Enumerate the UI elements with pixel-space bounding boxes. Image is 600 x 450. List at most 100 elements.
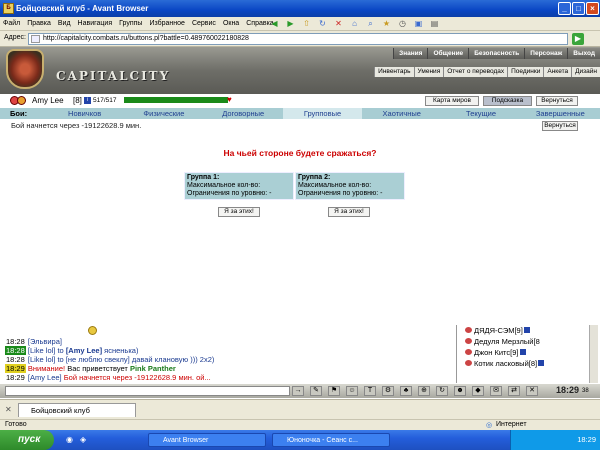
- up-folder-icon[interactable]: ⇧: [300, 18, 313, 29]
- tab-finished[interactable]: Завершенные: [521, 109, 600, 118]
- join-group-1-button[interactable]: Я за этих!: [218, 207, 260, 217]
- chat-sender[interactable]: [Amy Lee]: [28, 373, 62, 382]
- user-row[interactable]: Котик ласковый[8]: [465, 359, 545, 368]
- nav-fights[interactable]: Поединки: [507, 67, 544, 77]
- user-name[interactable]: Джон Китс: [474, 348, 510, 357]
- friends-icon[interactable]: ♣: [400, 386, 412, 396]
- nav-security[interactable]: Безопасность: [468, 48, 525, 59]
- menu-windows[interactable]: Окна: [223, 20, 239, 27]
- nav-knowledge[interactable]: Знания: [393, 48, 428, 59]
- chat-sender[interactable]: [Like lol] to: [28, 355, 66, 364]
- refresh-icon[interactable]: ↻: [316, 18, 329, 29]
- tab-newbies[interactable]: Новичков: [45, 109, 124, 118]
- chat-input[interactable]: [5, 386, 290, 396]
- lock-icon[interactable]: ⊕: [418, 386, 430, 396]
- menu-navigation[interactable]: Навигация: [78, 20, 113, 27]
- join-group-2-button[interactable]: Я за этих!: [328, 207, 370, 217]
- gift-icon[interactable]: ◆: [472, 386, 484, 396]
- tab-group[interactable]: Групповые: [282, 108, 363, 119]
- tab-physical[interactable]: Физические: [124, 109, 203, 118]
- nav-character[interactable]: Персонаж: [524, 48, 568, 59]
- menu-file[interactable]: Файл: [3, 20, 20, 27]
- group-2-panel: Группа 2: Максимальное кол-во: Ограничен…: [295, 172, 405, 200]
- chat-sender[interactable]: [Like lol] to: [28, 346, 66, 355]
- player-name[interactable]: Amy Lee: [32, 96, 64, 105]
- toolbar: ◀ ▶ ⇧ ↻ ✕ ⌂ ⌕ ★ ◷ ▣ ▤: [268, 18, 444, 29]
- menu-tools[interactable]: Сервис: [192, 20, 216, 27]
- chat-message: [не люблю свеклу] давай клановую ))) 2х2…: [65, 355, 215, 364]
- filter-icon[interactable]: ⚑: [328, 386, 340, 396]
- task-browser[interactable]: Avant Browser: [148, 433, 266, 447]
- info-icon[interactable]: [538, 360, 545, 366]
- users-icon[interactable]: ☻: [454, 386, 466, 396]
- info-icon[interactable]: [519, 349, 526, 355]
- nav-profile[interactable]: Анкета: [543, 67, 572, 77]
- chat-bot-name[interactable]: Pink Panther: [130, 364, 176, 373]
- exit-icon[interactable]: ✕: [526, 386, 538, 396]
- menu-groups[interactable]: Группы: [119, 20, 142, 27]
- close-button[interactable]: ×: [586, 2, 599, 15]
- trade-icon[interactable]: ⇄: [508, 386, 520, 396]
- settings-icon[interactable]: ⚙: [382, 386, 394, 396]
- user-row[interactable]: Джон Китс[9]: [465, 348, 526, 357]
- tray-clock: 18:29: [577, 435, 596, 444]
- info-icon[interactable]: i: [84, 97, 91, 104]
- mail-icon[interactable]: ✉: [490, 386, 502, 396]
- minimize-button[interactable]: _: [558, 2, 571, 15]
- forward-arrow-icon[interactable]: ▶: [284, 18, 297, 29]
- send-arrow-icon[interactable]: →: [292, 386, 304, 396]
- user-level: [9]: [514, 326, 523, 335]
- user-row[interactable]: Дедуля Мерзлый[8: [465, 337, 540, 346]
- browser-tab-active[interactable]: Бойцовский клуб: [18, 403, 136, 417]
- back-arrow-icon[interactable]: ◀: [268, 18, 281, 29]
- city-crest-icon: [6, 49, 44, 89]
- task-chat[interactable]: Юноночка - Сеанс с...: [272, 433, 390, 447]
- quicklaunch-icon[interactable]: ◈: [80, 435, 86, 444]
- world-map-button[interactable]: Карта миров: [425, 96, 479, 106]
- home-icon[interactable]: ⌂: [348, 18, 361, 29]
- window-icon[interactable]: ▣: [412, 18, 425, 29]
- start-button[interactable]: пуск: [0, 430, 54, 450]
- nav-transfers[interactable]: Отчет о переводах: [443, 67, 508, 77]
- user-name[interactable]: Дедуля Мерзлый: [474, 337, 533, 346]
- close-tab-icon[interactable]: ✕: [5, 405, 12, 414]
- address-input[interactable]: http://capitalcity.combats.ru/buttons.pl…: [28, 33, 568, 45]
- nav-communication[interactable]: Общение: [427, 48, 469, 59]
- users-scrollbar[interactable]: [589, 325, 598, 383]
- stop-icon[interactable]: ✕: [332, 18, 345, 29]
- back-button-secondary[interactable]: Вернуться: [542, 121, 578, 131]
- favorites-icon[interactable]: ★: [380, 18, 393, 29]
- chat-recipient[interactable]: [Amy Lee]: [66, 346, 102, 355]
- tab-current[interactable]: Текущие: [441, 109, 520, 118]
- search-icon[interactable]: ⌕: [364, 18, 377, 29]
- menu-edit[interactable]: Правка: [27, 20, 51, 27]
- quicklaunch-icon[interactable]: ◉: [66, 435, 73, 444]
- go-arrow-icon[interactable]: ▶: [572, 33, 584, 45]
- hint-button[interactable]: Подсказка: [483, 96, 532, 106]
- back-button[interactable]: Вернуться: [536, 96, 578, 106]
- history-icon[interactable]: ◷: [396, 18, 409, 29]
- chat-sender[interactable]: [Эльвира]: [28, 337, 62, 346]
- chat-log: 18:28 [Эльвира] 18:28 [Like lol] to [Amy…: [5, 327, 455, 387]
- nav-design[interactable]: Дизайн: [571, 67, 600, 77]
- info-icon[interactable]: [523, 327, 530, 333]
- tab-contract[interactable]: Договорные: [204, 109, 283, 118]
- user-name[interactable]: ДЯДЯ-СЭМ: [474, 326, 514, 335]
- translit-icon[interactable]: T: [364, 386, 376, 396]
- nav-exit[interactable]: Выход: [567, 48, 600, 59]
- nav-skills[interactable]: Умения: [413, 67, 444, 77]
- clear-icon[interactable]: ✎: [310, 386, 322, 396]
- user-row[interactable]: ДЯДЯ-СЭМ[9]: [465, 326, 530, 335]
- refresh-icon[interactable]: ↻: [436, 386, 448, 396]
- page-icon[interactable]: ▤: [428, 18, 441, 29]
- chat-message: ясненька): [102, 346, 139, 355]
- menu-view[interactable]: Вид: [58, 20, 71, 27]
- group-limit: Ограничения по уровню: -: [187, 190, 272, 197]
- status-ready: Готово: [5, 421, 27, 428]
- menu-favorites[interactable]: Избранное: [149, 20, 184, 27]
- user-name[interactable]: Котик ласковый: [474, 359, 529, 368]
- smiles-icon[interactable]: ☺: [346, 386, 358, 396]
- maximize-button[interactable]: □: [572, 2, 585, 15]
- nav-inventory[interactable]: Инвентарь: [374, 67, 414, 77]
- tab-chaotic[interactable]: Хаотичные: [362, 109, 441, 118]
